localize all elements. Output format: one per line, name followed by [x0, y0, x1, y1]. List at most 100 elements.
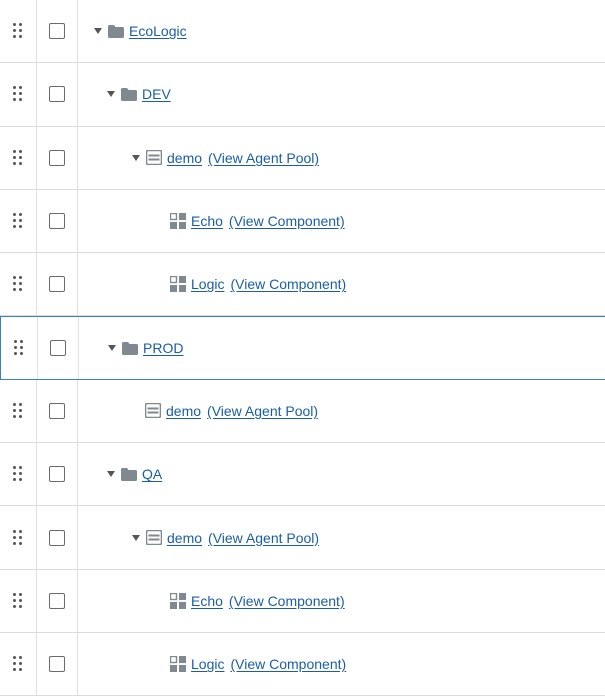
checkbox-cell: [37, 63, 78, 126]
name-cell: demo (View Agent Pool): [78, 127, 605, 189]
name-cell: PROD: [79, 317, 605, 378]
checkbox-cell: [37, 379, 78, 443]
drag-cell: [0, 443, 37, 506]
folder-icon: [121, 467, 137, 481]
row-checkbox[interactable]: [49, 656, 65, 673]
row-checkbox[interactable]: [49, 276, 65, 293]
drag-handle-icon[interactable]: [13, 402, 23, 419]
folder-icon: [122, 341, 138, 355]
component-link[interactable]: Logic: [191, 276, 224, 292]
table-row[interactable]: Echo (View Component): [0, 189, 605, 254]
drag-cell: [0, 253, 37, 316]
row-checkbox[interactable]: [49, 149, 65, 166]
tree-table: EcoLogic DEV demo (View Agent Pool) Echo…: [0, 0, 605, 696]
drag-handle-icon[interactable]: [13, 592, 23, 609]
view-component-link[interactable]: (View Component): [230, 656, 346, 672]
drag-handle-icon[interactable]: [13, 276, 23, 292]
row-checkbox[interactable]: [49, 529, 65, 546]
agent-pool-link[interactable]: demo: [167, 530, 202, 546]
agent-pool-icon: [146, 530, 162, 546]
drag-cell: [0, 632, 37, 696]
table-row-selected[interactable]: PROD: [0, 316, 605, 380]
table-row[interactable]: EcoLogic: [0, 0, 605, 64]
drag-cell: [0, 569, 37, 632]
expand-caret-icon[interactable]: [94, 28, 102, 35]
view-agent-pool-link[interactable]: (View Agent Pool): [207, 403, 318, 419]
checkbox-cell: [37, 443, 78, 506]
name-cell: Logic (View Component): [78, 633, 605, 695]
folder-link[interactable]: QA: [142, 466, 162, 482]
agent-pool-icon: [145, 403, 161, 419]
expand-caret-icon[interactable]: [108, 345, 116, 352]
component-icon: [170, 656, 186, 673]
checkbox-cell: [38, 317, 79, 379]
drag-cell: [0, 0, 37, 63]
expand-caret-icon[interactable]: [132, 154, 140, 161]
drag-handle-icon[interactable]: [13, 529, 23, 546]
drag-handle-icon[interactable]: [13, 23, 23, 39]
view-component-link[interactable]: (View Component): [229, 213, 345, 229]
view-component-link[interactable]: (View Component): [229, 593, 345, 609]
folder-icon: [121, 87, 137, 101]
drag-cell: [0, 189, 37, 253]
table-row[interactable]: demo (View Agent Pool): [0, 379, 605, 444]
drag-cell: [1, 317, 38, 379]
drag-handle-icon[interactable]: [13, 213, 23, 229]
name-cell: demo (View Agent Pool): [78, 380, 605, 442]
checkbox-cell: [37, 569, 78, 632]
checkbox-cell: [37, 126, 78, 189]
component-icon: [170, 276, 186, 293]
checkbox-cell: [37, 506, 78, 569]
drag-handle-icon[interactable]: [14, 340, 24, 356]
agent-pool-link[interactable]: demo: [166, 403, 201, 419]
name-cell: Echo (View Component): [78, 190, 605, 252]
drag-cell: [0, 379, 37, 443]
drag-handle-icon[interactable]: [13, 656, 23, 672]
name-cell: EcoLogic: [78, 0, 605, 62]
checkbox-cell: [37, 632, 78, 696]
table-row[interactable]: demo (View Agent Pool): [0, 126, 605, 190]
expand-caret-icon[interactable]: [107, 471, 115, 478]
table-row[interactable]: demo (View Agent Pool): [0, 506, 605, 570]
view-agent-pool-link[interactable]: (View Agent Pool): [208, 530, 319, 546]
table-row[interactable]: Logic (View Component): [0, 253, 605, 317]
table-row[interactable]: QA: [0, 443, 605, 507]
name-cell: Echo (View Component): [78, 570, 605, 632]
checkbox-cell: [37, 253, 78, 316]
drag-handle-icon[interactable]: [13, 466, 23, 482]
row-checkbox[interactable]: [49, 466, 65, 483]
agent-pool-icon: [146, 150, 162, 166]
table-row[interactable]: DEV: [0, 63, 605, 127]
name-cell: DEV: [78, 63, 605, 125]
component-link[interactable]: Echo: [191, 213, 223, 229]
row-checkbox[interactable]: [50, 340, 66, 357]
folder-link[interactable]: DEV: [142, 86, 171, 102]
drag-cell: [0, 506, 37, 569]
table-row[interactable]: Logic (View Component): [0, 632, 605, 696]
drag-handle-icon[interactable]: [13, 86, 23, 102]
name-cell: Logic (View Component): [78, 253, 605, 315]
folder-link[interactable]: PROD: [143, 340, 183, 356]
agent-pool-link[interactable]: demo: [167, 150, 202, 166]
name-cell: QA: [78, 443, 605, 505]
expand-caret-icon[interactable]: [132, 534, 140, 541]
row-checkbox[interactable]: [49, 592, 65, 609]
drag-cell: [0, 63, 37, 126]
expand-caret-icon[interactable]: [107, 91, 115, 98]
row-checkbox[interactable]: [49, 23, 65, 40]
table-row[interactable]: Echo (View Component): [0, 569, 605, 633]
component-link[interactable]: Logic: [191, 656, 224, 672]
drag-handle-icon[interactable]: [13, 149, 23, 166]
row-checkbox[interactable]: [49, 213, 65, 230]
view-agent-pool-link[interactable]: (View Agent Pool): [208, 150, 319, 166]
view-component-link[interactable]: (View Component): [230, 276, 346, 292]
component-link[interactable]: Echo: [191, 593, 223, 609]
component-icon: [170, 213, 186, 230]
row-checkbox[interactable]: [49, 402, 65, 419]
component-icon: [170, 592, 186, 609]
drag-cell: [0, 126, 37, 189]
checkbox-cell: [37, 0, 78, 63]
checkbox-cell: [37, 189, 78, 253]
row-checkbox[interactable]: [49, 86, 65, 103]
folder-link[interactable]: EcoLogic: [129, 23, 187, 39]
